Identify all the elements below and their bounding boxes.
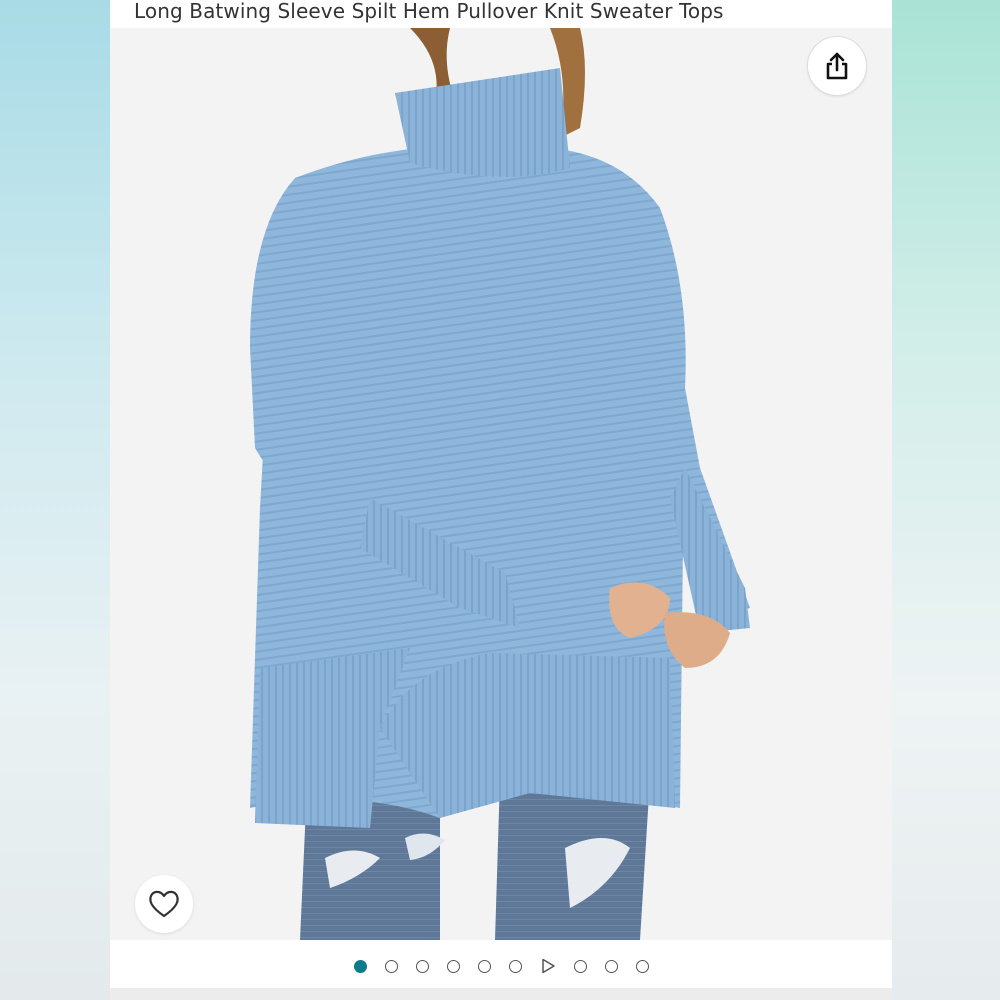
share-button[interactable]	[807, 36, 867, 96]
divider	[110, 988, 892, 1000]
carousel-dot-2[interactable]	[384, 959, 398, 973]
product-title: Long Batwing Sleeve Spilt Hem Pullover K…	[134, 0, 724, 23]
carousel-dot-5[interactable]	[477, 959, 491, 973]
product-card: Long Batwing Sleeve Spilt Hem Pullover K…	[110, 0, 892, 1000]
carousel-dot-4[interactable]	[446, 959, 460, 973]
background-left	[0, 0, 110, 1000]
carousel-dot-6[interactable]	[508, 959, 522, 973]
sweater-photo	[110, 28, 892, 940]
product-image[interactable]	[110, 28, 892, 940]
wishlist-button[interactable]	[135, 875, 193, 933]
carousel-dot-1[interactable]	[353, 959, 367, 973]
carousel-dot-9[interactable]	[604, 959, 618, 973]
background-right	[892, 0, 1000, 1000]
carousel-dot-8[interactable]	[573, 959, 587, 973]
carousel-video-icon[interactable]	[540, 958, 556, 974]
heart-icon	[149, 890, 179, 918]
carousel-dot-3[interactable]	[415, 959, 429, 973]
share-icon	[826, 52, 848, 80]
image-carousel-indicator	[110, 945, 892, 987]
carousel-dot-10[interactable]	[635, 959, 649, 973]
